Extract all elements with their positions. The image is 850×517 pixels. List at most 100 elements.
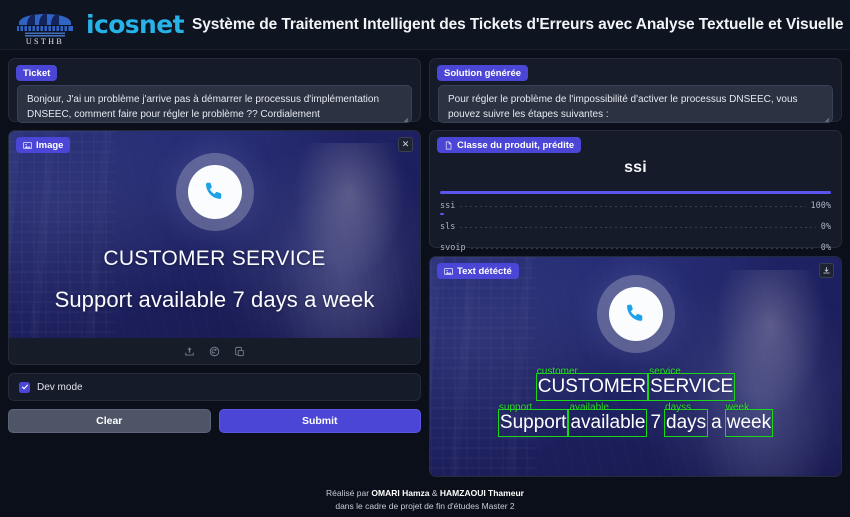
image-badge: Image	[16, 137, 71, 153]
main-content: Ticket Bonjour, J'ai un problème j'arriv…	[0, 50, 850, 485]
ocr-row-2: support Support available available 7 da…	[497, 402, 774, 437]
dev-mode-label: Dev mode	[37, 381, 83, 393]
usthb-dome-logo: USTHB	[17, 12, 73, 45]
document-icon	[445, 141, 452, 149]
ocr-word[interactable]: available available	[568, 402, 648, 437]
class-bar-0	[440, 213, 444, 215]
phone-icon	[205, 182, 221, 199]
ocr-text: 7	[650, 412, 662, 433]
ocr-label: week	[725, 402, 750, 413]
solution-badge: Solution générée	[437, 65, 529, 81]
hero-subheading: Support available 7 days a week	[54, 287, 375, 312]
dev-mode-row[interactable]: Dev mode	[8, 373, 421, 401]
footer-line-2: dans le cadre de projet de fin d'études …	[335, 501, 515, 512]
close-icon[interactable]: ✕	[398, 137, 413, 152]
confidence-fill	[440, 191, 831, 194]
phone-icon-circle	[596, 275, 675, 353]
ocr-word[interactable]: service SERVICE	[648, 366, 736, 401]
hero-heading: CUSTOMER SERVICE	[103, 247, 326, 270]
class-label: ssi	[440, 201, 456, 211]
footer: Réalisé par OMARI Hamza & HAMZAOUI Thame…	[0, 485, 850, 513]
detected-text-badge: Text détécté	[437, 263, 519, 279]
confidence-track	[440, 191, 831, 194]
image-panel: Image ✕ CUSTOMER SERVICE Support availab…	[8, 130, 421, 365]
solution-panel: Solution générée Pour régler le problème…	[429, 58, 842, 123]
leader-dots	[460, 205, 806, 207]
ocr-label: service	[649, 366, 681, 377]
resize-handle[interactable]	[821, 112, 830, 121]
image-badge-label: Image	[36, 139, 64, 151]
logo-text: USTHB	[26, 37, 64, 45]
ocr-word[interactable]: customer CUSTOMER	[535, 366, 649, 401]
detected-text-panel: Text détécté customer CUSTOMER service S…	[429, 256, 842, 477]
brand-name: icosnet	[86, 10, 185, 39]
classification-panel: Classe du produit, prédite ssi ssi 100% …	[429, 130, 842, 253]
image-canvas: CUSTOMER SERVICE Support available 7 day…	[9, 131, 420, 338]
ocr-text: CUSTOMER	[535, 373, 649, 401]
ocr-label: dayss	[665, 402, 692, 413]
ticket-input[interactable]: Bonjour, J'ai un problème j'arrive pas à…	[17, 85, 412, 123]
action-buttons: Clear Submit	[8, 409, 421, 433]
class-label: sls	[440, 222, 456, 232]
detected-text-badge-label: Text détécté	[457, 265, 512, 277]
left-column: Ticket Bonjour, J'ai un problème j'arriv…	[8, 58, 421, 477]
footer-line-1: Réalisé par OMARI Hamza & HAMZAOUI Thame…	[0, 487, 850, 500]
photo-background-left	[430, 257, 537, 476]
check-icon	[21, 384, 28, 390]
ocr-word[interactable]: support Support	[497, 402, 569, 437]
solution-text: Pour régler le problème de l'impossibili…	[448, 94, 798, 120]
ocr-label: customer	[536, 366, 578, 377]
app-header: USTHB icosnet Système de Traitement Inte…	[0, 0, 850, 50]
share-icon[interactable]	[184, 346, 195, 357]
ticket-badge: Ticket	[16, 65, 58, 81]
class-percent: 0%	[820, 222, 831, 232]
leader-dots	[460, 226, 816, 228]
ticket-panel: Ticket Bonjour, J'ai un problème j'arriv…	[8, 58, 421, 123]
image-icon	[23, 141, 32, 149]
clear-button[interactable]: Clear	[8, 409, 211, 433]
ocr-word-unboxed: a	[708, 413, 725, 433]
ocr-canvas: customer CUSTOMER service SERVICE suppor…	[430, 257, 841, 476]
ocr-text: a	[711, 412, 722, 433]
right-column: Solution générée Pour régler le problème…	[429, 58, 842, 477]
ocr-word-unboxed: 7	[647, 413, 664, 433]
download-icon[interactable]	[819, 263, 834, 278]
undo-icon[interactable]	[209, 346, 220, 357]
image-icon	[444, 267, 453, 275]
ocr-word[interactable]: week week	[724, 402, 774, 437]
ticket-badge-label: Ticket	[23, 67, 51, 79]
ocr-row-1: customer CUSTOMER service SERVICE	[535, 366, 736, 401]
class-row-1: sls 0%	[440, 222, 831, 232]
ticket-text: Bonjour, J'ai un problème j'arrive pas à…	[27, 94, 380, 120]
solution-output[interactable]: Pour régler le problème de l'impossibili…	[438, 85, 833, 123]
class-label: svoip	[440, 243, 466, 253]
footer-author-1: OMARI Hamza	[371, 488, 430, 498]
ocr-label: available	[569, 402, 609, 413]
classification-badge: Classe du produit, prédite	[437, 137, 582, 153]
submit-button[interactable]: Submit	[218, 409, 421, 433]
page-title: Système de Traitement Intelligent des Ti…	[191, 15, 844, 33]
class-percent: 0%	[820, 243, 831, 253]
phone-icon-circle	[175, 153, 254, 231]
class-percent: 100%	[810, 201, 831, 211]
usthb-logo: USTHB	[10, 5, 80, 45]
classification-badge-label: Classe du produit, prédite	[457, 139, 575, 151]
phone-icon	[626, 304, 642, 321]
footer-prefix: Réalisé par	[326, 488, 372, 498]
ocr-label: support	[498, 402, 533, 413]
resize-handle[interactable]	[400, 112, 409, 121]
ocr-text: week	[724, 409, 774, 437]
footer-separator: &	[429, 488, 440, 498]
image-toolbar	[9, 338, 420, 364]
class-row-0: ssi 100%	[440, 201, 831, 211]
ocr-text: days	[664, 409, 709, 437]
ocr-text: SERVICE	[648, 373, 736, 401]
footer-author-2: HAMZAOUI Thameur	[439, 488, 524, 498]
ocr-text: Support	[497, 409, 569, 437]
dev-mode-checkbox[interactable]	[19, 381, 30, 393]
ocr-text: available	[568, 409, 648, 437]
ocr-word[interactable]: dayss days	[664, 402, 709, 437]
solution-badge-label: Solution générée	[444, 67, 522, 79]
ocr-overlay: customer CUSTOMER service SERVICE suppor…	[430, 366, 841, 437]
copy-icon[interactable]	[234, 346, 245, 357]
